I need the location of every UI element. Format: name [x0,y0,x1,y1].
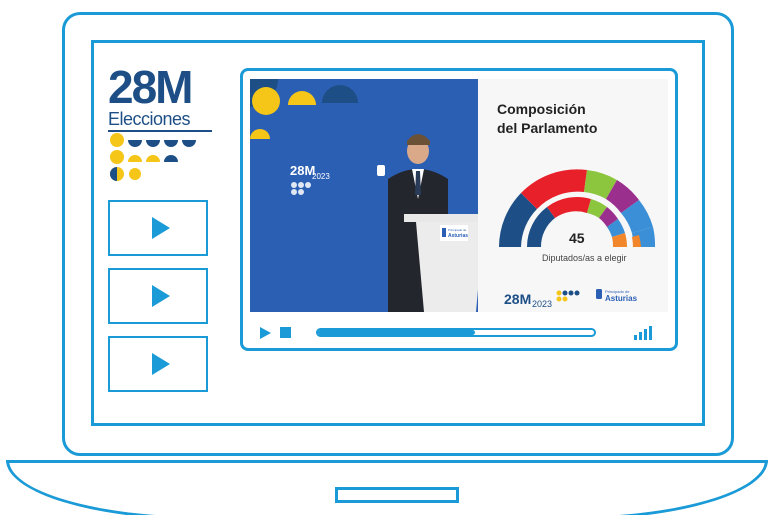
player-controls [240,318,678,348]
playlist-item-2[interactable] [108,268,208,324]
video-frame[interactable]: 28M 2023 Principado de Asturias Composic… [250,79,668,312]
play-icon [152,285,170,307]
podium-label-small: Principado de [448,228,467,232]
slide-caption: Diputados/as a elegir [542,253,627,263]
logo-title: 28M [108,61,193,113]
slide-title-line1: Composición [497,101,586,117]
video-still: 28M 2023 Principado de Asturias Composic… [250,79,668,312]
slide-footer-brand: Asturias [605,294,638,303]
slide-total-seats: 45 [569,230,585,246]
elections-logo: 28M Elecciones [108,64,212,184]
logo-subtitle: Elecciones [108,109,191,129]
play-icon [152,217,170,239]
logo-dot-pattern [108,130,212,181]
slide-footer-year: 2023 [532,299,552,309]
play-icon [152,353,170,375]
playlist-item-1[interactable] [108,200,208,256]
backdrop-logo-year: 2023 [312,172,330,181]
volume-bars-icon[interactable] [634,324,656,340]
progress-bar[interactable] [316,328,596,337]
trackpad [335,487,459,503]
progress-fill [318,330,476,335]
slide-title-line2: del Parlamento [497,120,597,136]
slide-footer-logo: 28M [504,291,531,307]
stop-icon[interactable] [280,327,291,338]
playlist-item-3[interactable] [108,336,208,392]
play-icon[interactable] [260,327,271,339]
podium-label: Asturias [448,233,468,239]
